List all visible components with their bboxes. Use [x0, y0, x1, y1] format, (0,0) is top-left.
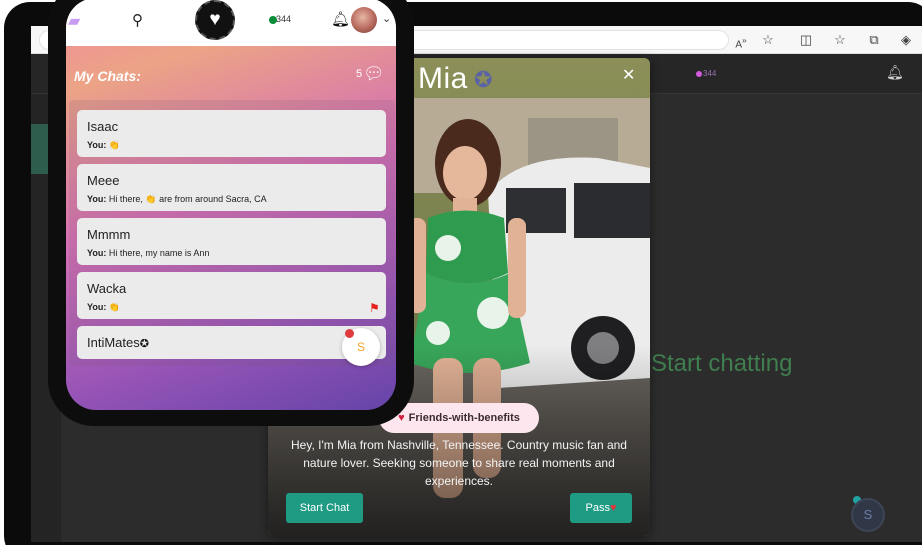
- chat-name: Wacka: [87, 281, 127, 296]
- relationship-tag-label: Friends-with-benefits: [408, 412, 520, 424]
- copilot-icon[interactable]: ◈: [897, 31, 915, 49]
- online-status-dot: [696, 71, 702, 77]
- app-header: ▰ ⚲ ♥ 344 🔔︎ ⌄: [66, 0, 396, 46]
- pass-button[interactable]: Pass♥: [570, 493, 632, 523]
- verified-badge-icon: ✪: [474, 67, 493, 92]
- profile-name: Mia: [418, 62, 468, 95]
- chat-name: Meee: [87, 173, 120, 188]
- bell-icon[interactable]: 🔔︎: [886, 64, 904, 81]
- favorite-star-icon[interactable]: ☆: [759, 31, 777, 49]
- online-count: 344: [703, 69, 717, 78]
- empty-chat-prompt: Start chatting: [651, 350, 793, 377]
- user-avatar[interactable]: [351, 7, 377, 33]
- chat-bubbles-icon[interactable]: 💬︎: [363, 65, 385, 82]
- chats-count: 5: [356, 68, 363, 80]
- online-count: 344: [276, 14, 292, 24]
- split-screen-icon[interactable]: ◫: [797, 31, 815, 49]
- chat-name: IntiMates✪: [87, 335, 149, 350]
- search-icon[interactable]: ⚲: [132, 13, 143, 29]
- chat-item[interactable]: Wacka You: 👏 ⚑: [77, 272, 386, 319]
- broken-heart-icon: ♥: [609, 502, 617, 514]
- screenshot-stage: A» ☆ ◫ ☆ ⧉ ◈ 344 🔔︎ Start chatting S ✕ M…: [0, 0, 922, 545]
- notifications-bell-icon[interactable]: 🔔︎: [331, 11, 350, 29]
- profile-bio: Hey, I'm Mia from Nashville, Tennessee. …: [291, 438, 627, 488]
- read-aloud-icon[interactable]: A»: [732, 31, 750, 54]
- chat-item[interactable]: Meee You: Hi there, 👏 are from around Sa…: [77, 164, 386, 211]
- pass-label: Pass: [585, 502, 610, 514]
- chat-last-message: You: Hi there, 👏 are from around Sacra, …: [87, 194, 267, 204]
- chat-item[interactable]: IntiMates✪ ⚑: [77, 326, 386, 359]
- chat-name: Mmmm: [87, 227, 131, 242]
- collections-icon[interactable]: ⧉: [865, 31, 883, 49]
- chat-last-message: You: 👏: [87, 302, 121, 312]
- chat-item[interactable]: Isaac You: 👏: [77, 110, 386, 157]
- chat-last-message: You: 👏: [87, 140, 121, 150]
- chat-item[interactable]: Mmmm You: Hi there, my name is Ann: [77, 218, 386, 265]
- phone-screen: ▰ ⚲ ♥ 344 🔔︎ ⌄ My Chats: 5 💬︎ Isaac You:…: [66, 0, 396, 410]
- app-logo-icon[interactable]: ▰: [68, 14, 80, 30]
- heart-icon[interactable]: ♥: [195, 0, 235, 40]
- chat-name: Isaac: [87, 119, 119, 134]
- start-chat-button[interactable]: Start Chat: [286, 493, 363, 523]
- verified-check-icon: ✪: [139, 338, 149, 350]
- chevron-down-icon[interactable]: ⌄: [382, 12, 391, 25]
- chat-last-message: You: Hi there, my name is Ann: [87, 248, 210, 258]
- notification-dot: [345, 329, 354, 338]
- phone-frame: ▰ ⚲ ♥ 344 🔔︎ ⌄ My Chats: 5 💬︎ Isaac You:…: [48, 0, 414, 426]
- my-chats-title: My Chats:: [74, 68, 141, 84]
- favorites-list-icon[interactable]: ☆: [831, 31, 849, 49]
- close-icon[interactable]: ✕: [622, 68, 635, 84]
- floating-user-button[interactable]: S: [851, 498, 885, 532]
- red-flag-icon[interactable]: ⚑: [369, 302, 380, 314]
